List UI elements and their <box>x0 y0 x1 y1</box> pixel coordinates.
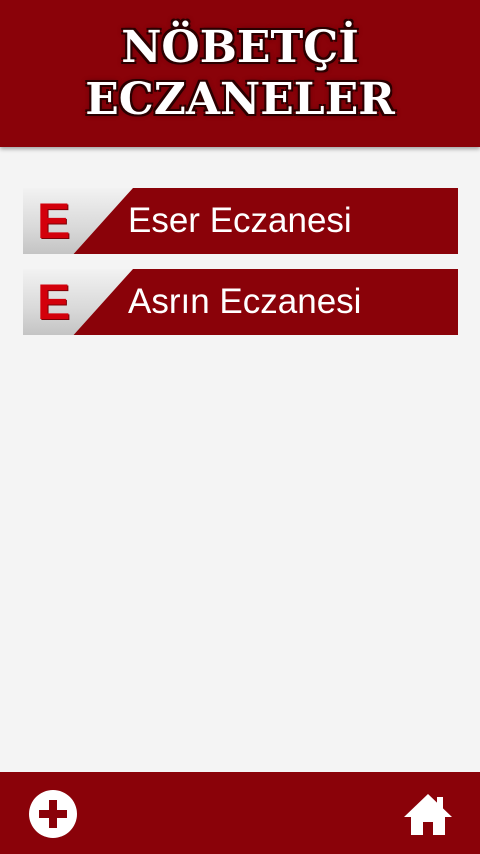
list-item[interactable]: E Eser Eczanesi <box>23 188 458 254</box>
header-title-line1: NÖBETÇİ <box>121 21 359 73</box>
plus-circle-icon <box>29 790 77 838</box>
home-icon <box>404 794 452 835</box>
header-title-line2: ECZANELER <box>85 73 395 125</box>
pharmacy-e-icon: E <box>37 274 71 330</box>
pharmacy-name: Asrın Eczanesi <box>128 282 362 321</box>
home-button[interactable] <box>402 788 454 840</box>
list-item[interactable]: E Asrın Eczanesi <box>23 269 458 335</box>
add-button[interactable] <box>27 788 79 840</box>
pharmacy-list: E Eser Eczanesi E Asrın Eczanesi <box>23 188 458 350</box>
app-header: NÖBETÇİ ECZANELER <box>0 0 480 147</box>
bottom-bar <box>0 772 480 854</box>
pharmacy-name: Eser Eczanesi <box>128 201 352 240</box>
pharmacy-e-icon: E <box>37 193 71 249</box>
